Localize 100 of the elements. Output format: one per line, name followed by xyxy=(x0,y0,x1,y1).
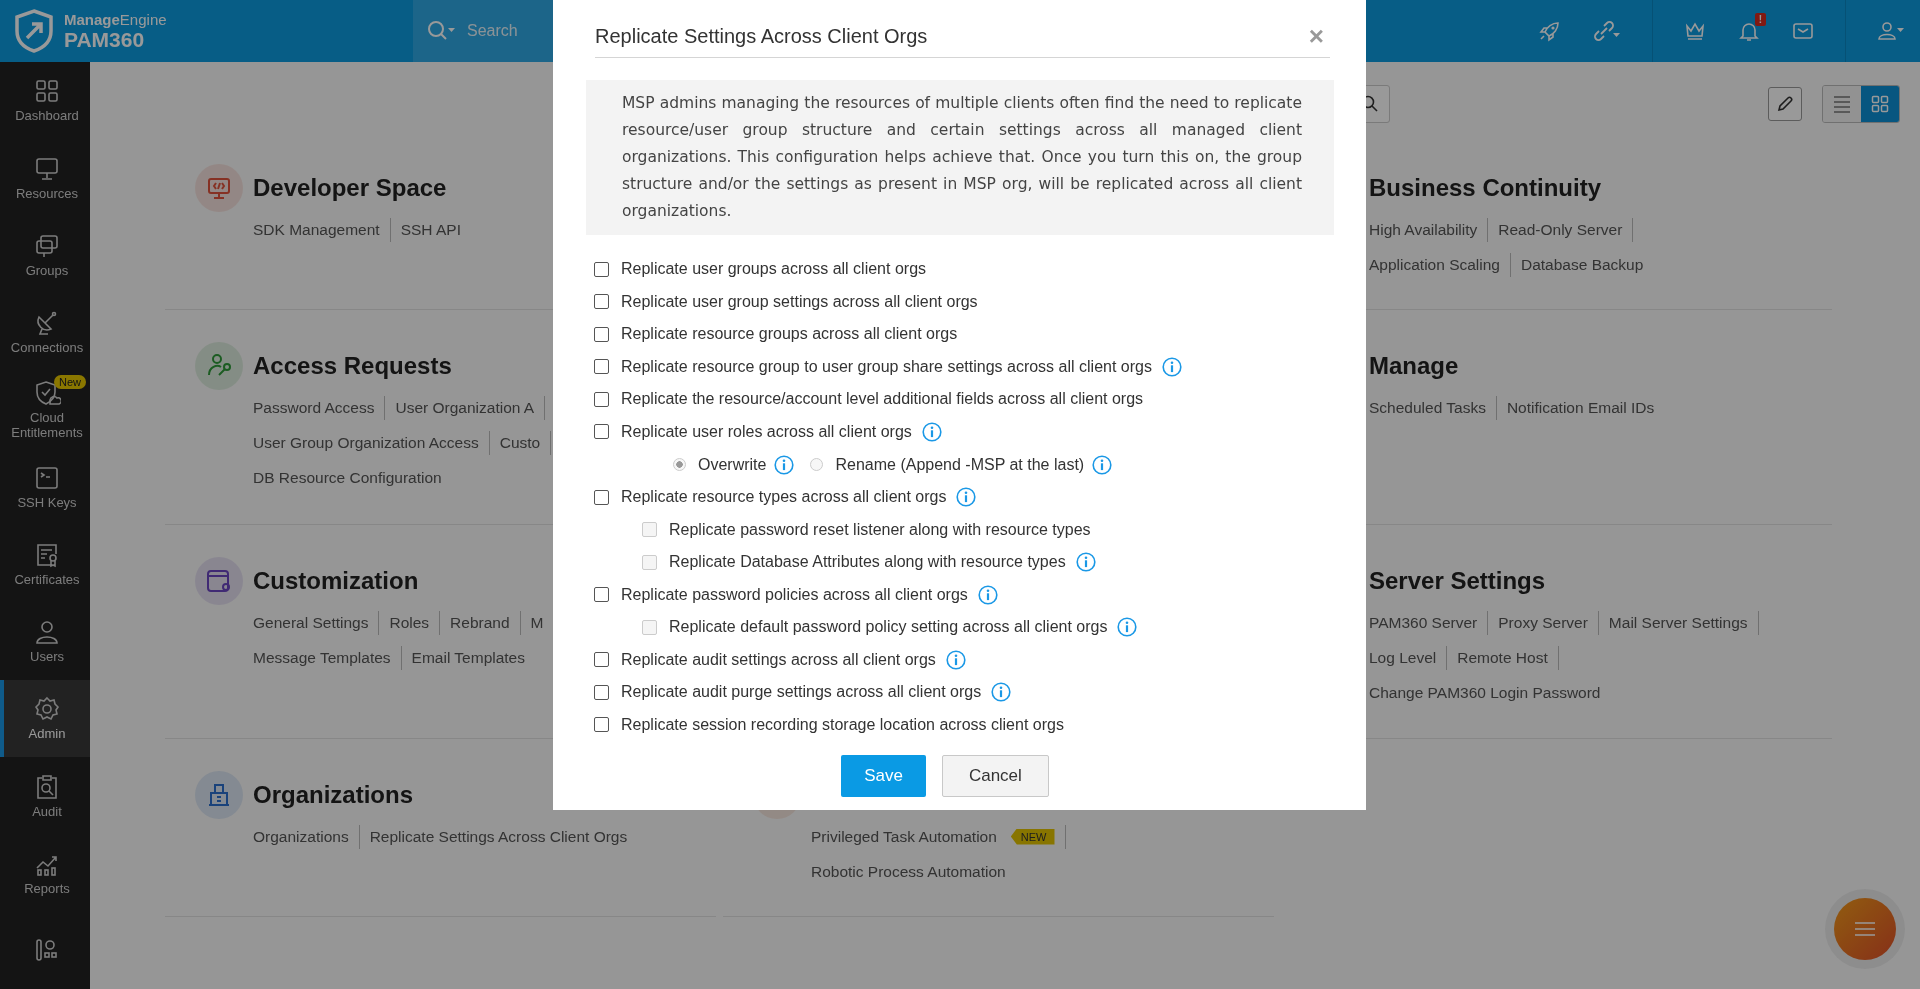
option-label: Replicate password reset listener along with resource types xyxy=(669,520,1091,539)
menu-button[interactable] xyxy=(1834,898,1896,960)
shield-arrow-logo-icon xyxy=(14,9,54,53)
cancel-button[interactable]: Cancel xyxy=(941,755,1049,797)
settings-link[interactable]: Rebrand xyxy=(450,613,510,632)
rocket-icon[interactable] xyxy=(1538,19,1562,43)
pencil-icon xyxy=(1775,94,1795,114)
sidebar-item[interactable]: Audit xyxy=(0,757,90,835)
settings-link[interactable]: SDK Management xyxy=(253,220,380,239)
settings-link[interactable]: Proxy Server xyxy=(1498,613,1588,632)
search-field[interactable]: Search xyxy=(467,11,547,51)
settings-link[interactable]: Change PAM360 Login Password xyxy=(1369,683,1601,702)
settings-link[interactable]: High Availability xyxy=(1369,220,1478,239)
brand-name: ManageEngine xyxy=(64,12,167,27)
option-label: Replicate resource types across all client orgs xyxy=(621,488,947,507)
checkbox[interactable] xyxy=(594,261,609,277)
checkbox[interactable] xyxy=(594,391,609,407)
option-label: Replicate audit purge settings across all client orgs xyxy=(621,683,982,702)
settings-link[interactable]: DB Resource Configuration xyxy=(253,468,442,487)
option-label: Replicate user roles across all client orgs xyxy=(621,422,912,441)
settings-link[interactable]: Scheduled Tasks xyxy=(1369,398,1486,417)
settings-link[interactable]: Password Access xyxy=(253,398,375,417)
option-label: Replicate resource group to user group share settings across all client orgs xyxy=(621,357,1152,376)
sidebar-item[interactable]: New Cloud Entitlements xyxy=(0,371,90,449)
checkbox[interactable] xyxy=(594,326,609,342)
settings-link[interactable]: Read-Only Server xyxy=(1498,220,1623,239)
checkbox[interactable] xyxy=(594,587,609,603)
edit-button[interactable] xyxy=(1768,87,1802,121)
sidebar-item[interactable]: Resources xyxy=(0,139,90,217)
settings-link[interactable]: Database Backup xyxy=(1521,255,1644,274)
settings-link[interactable]: Mail Server Settings xyxy=(1608,613,1748,632)
info-icon[interactable] xyxy=(921,421,942,442)
checkbox[interactable] xyxy=(594,489,609,505)
option-label: Replicate password policies across all client orgs xyxy=(621,585,968,604)
checkbox[interactable] xyxy=(594,652,609,668)
settings-link[interactable]: User Group Organization Access xyxy=(253,433,479,452)
user-icon xyxy=(33,618,61,647)
info-icon[interactable] xyxy=(1161,356,1182,377)
user-icon[interactable] xyxy=(1876,19,1906,43)
section-title: Server Settings xyxy=(1369,567,1546,595)
info-icon[interactable] xyxy=(977,584,998,605)
grid-view-button[interactable] xyxy=(1861,86,1899,122)
info-icon[interactable] xyxy=(991,682,1012,703)
description-note: MSP admins managing the resources of multiple clients often find the need to replicate resource/user group structure and certain settings across all managed client organizations. This configuration helps achieve that. Once you turn this on, the group structure and/or the settings as present in MSP org, will be replicated across all client organizations. xyxy=(586,80,1334,235)
section-title: Access Requests xyxy=(253,352,452,380)
sidebar-item[interactable]: Admin xyxy=(0,680,90,758)
info-icon[interactable] xyxy=(945,649,966,670)
checkbox[interactable] xyxy=(594,359,609,375)
sidebar-item[interactable]: Dashboard xyxy=(0,62,90,140)
notification-badge: ! xyxy=(1754,13,1766,26)
settings-link[interactable]: Application Scaling xyxy=(1369,255,1500,274)
section-title: Organizations xyxy=(253,781,414,809)
menu-icon xyxy=(1854,921,1876,937)
shield-cloud-icon xyxy=(33,379,61,408)
settings-link[interactable]: Message Templates xyxy=(253,648,391,667)
option-label: Replicate user groups across all client orgs xyxy=(621,260,927,279)
list-view-button[interactable] xyxy=(1823,86,1861,122)
settings-link[interactable]: SSH API xyxy=(400,220,461,239)
new-badge: NEW xyxy=(1010,828,1055,845)
sidebar-item[interactable]: Users xyxy=(0,602,90,680)
dialog-title: Replicate Settings Across Client Orgs xyxy=(595,25,928,48)
settings-link[interactable]: PAM360 Server xyxy=(1369,613,1478,632)
section-title: Business Continuity xyxy=(1369,174,1602,202)
section-title: Customization xyxy=(253,567,419,595)
sidebar-item[interactable]: Groups xyxy=(0,216,90,294)
option-label: Overwrite xyxy=(698,455,767,474)
settings-link[interactable]: User Organization A xyxy=(395,398,535,417)
settings-link[interactable]: Replicate Settings Across Client Orgs xyxy=(369,827,628,846)
sidebar-item[interactable]: Connections xyxy=(0,293,90,371)
settings-link[interactable]: Roles xyxy=(389,613,430,632)
save-button[interactable]: Save xyxy=(841,755,926,797)
search-icon[interactable] xyxy=(427,20,457,42)
checkbox[interactable] xyxy=(594,717,609,733)
checkbox[interactable] xyxy=(594,424,609,440)
list-icon xyxy=(1832,95,1852,113)
option-label: Replicate default password policy setting across all client orgs xyxy=(669,618,1108,637)
settings-link[interactable]: General Settings xyxy=(253,613,369,632)
close-button[interactable]: × xyxy=(1302,21,1330,52)
settings-link[interactable]: Organizations xyxy=(253,827,349,846)
settings-link[interactable]: Privileged Task Automation xyxy=(811,827,997,846)
checkbox[interactable] xyxy=(594,294,609,310)
settings-link[interactable]: Custo xyxy=(499,433,541,452)
section-title: Developer Space xyxy=(253,174,447,202)
settings-link[interactable]: Robotic Process Automation xyxy=(811,862,1006,881)
option-label: Replicate audit settings across all client orgs xyxy=(621,650,936,669)
settings-link[interactable]: Email Templates xyxy=(411,648,525,667)
option-label: Replicate resource groups across all client orgs xyxy=(621,325,958,344)
info-icon[interactable] xyxy=(956,487,977,508)
settings-link[interactable]: M xyxy=(530,613,544,632)
sidebar-item[interactable]: SSH Keys xyxy=(0,448,90,526)
settings-link[interactable]: Remote Host xyxy=(1457,648,1548,667)
product-name: PAM360 xyxy=(64,29,146,50)
link-icon[interactable] xyxy=(1592,19,1622,43)
checkbox[interactable] xyxy=(594,684,609,700)
new-badge: New xyxy=(54,375,86,390)
section-title: Manage xyxy=(1369,352,1459,380)
sidebar-item[interactable]: Reports xyxy=(0,834,90,912)
settings-link[interactable]: Notification Email IDs xyxy=(1506,398,1655,417)
sidebar-item[interactable]: Certificates xyxy=(0,525,90,603)
settings-link[interactable]: Log Level xyxy=(1369,648,1437,667)
